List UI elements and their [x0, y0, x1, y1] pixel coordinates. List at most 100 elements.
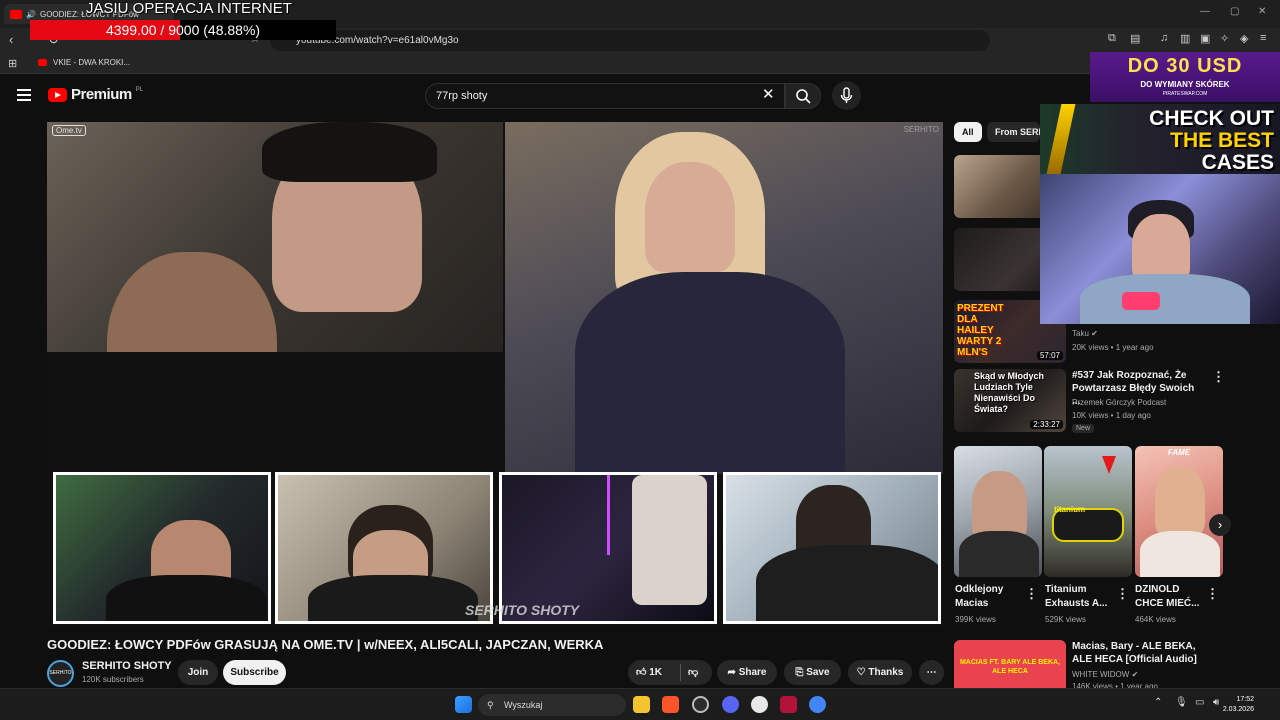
vpn-icon[interactable]: ◈ [1240, 32, 1248, 45]
reading-list-icon[interactable]: ▥ [1180, 32, 1190, 45]
more-vertical-icon[interactable]: ⋮ [1025, 586, 1038, 602]
ad-subline: DO WYMIANY SKÓREK [1140, 80, 1230, 89]
short-views: 464K views [1135, 615, 1176, 624]
recommended-title[interactable]: Macias, Bary - ALE BEKA, ALE HECA [Offic… [1072, 640, 1202, 666]
volume-icon[interactable]: 🔊︎ [1213, 697, 1219, 708]
bookmark-item[interactable]: VKIE - DWA KROKI... [38, 58, 130, 67]
neon-light [607, 475, 610, 555]
taskbar-search[interactable]: ⚲ Wyszukaj [478, 694, 626, 716]
wallet-icon[interactable]: ▣ [1200, 32, 1210, 45]
short-views: 529K views [1045, 615, 1086, 624]
short-thumbnail[interactable]: FAME [1135, 446, 1223, 577]
windows-taskbar: ⚲ Wyszukaj ⌃ 🎙︎ ▭ 🔊︎ 17:52 2.03.2026 [0, 688, 1280, 720]
music-icon[interactable]: ♫ [1160, 32, 1168, 44]
extensions-icon[interactable]: ⧉ [1108, 32, 1116, 45]
streamer-cam-4 [723, 472, 941, 624]
chrome-icon[interactable] [809, 696, 826, 713]
search-button[interactable] [785, 83, 821, 109]
omegle-cam-right: SERHITO [505, 122, 943, 474]
like-button[interactable]: 👍︎ 1K [636, 667, 662, 678]
microphone-icon [840, 87, 853, 103]
verified-check-icon: ✔ [1131, 670, 1139, 679]
tray-mic-icon[interactable]: 🎙︎ [1175, 697, 1188, 708]
recommended-channel[interactable]: Taku ✔ [1072, 329, 1098, 338]
dark-shirt [959, 531, 1039, 577]
recommended-thumbnail[interactable]: MACIAS FT. BARY ALE BEKA, ALE HECA [954, 640, 1066, 688]
microphone-icon [1122, 292, 1160, 310]
chevron-right-icon: › [1217, 517, 1223, 532]
app-icon[interactable] [751, 696, 768, 713]
dark-shirt [47, 352, 503, 474]
save-label: Save [806, 667, 830, 678]
address-bar[interactable]: youtube.com/watch?v=e61al0vMg3o [270, 30, 990, 51]
recommended-channel[interactable]: WHITE WIDOW ✔ [1072, 670, 1138, 679]
voice-search-button[interactable] [832, 81, 861, 110]
apps-grid-icon[interactable]: ⊞ [8, 57, 17, 70]
sidebar-icon[interactable]: ▤ [1130, 32, 1140, 45]
maximize-icon[interactable]: ▢ [1230, 6, 1239, 17]
youtube-logo[interactable]: Premium PL [48, 86, 143, 103]
goal-progress-text: 4399.00 / 9000 (48.88%) [105, 22, 261, 38]
dislike-button[interactable]: 👎︎ [688, 660, 698, 685]
hamburger-menu-icon[interactable] [17, 89, 31, 101]
more-actions-button[interactable]: ⋯ [919, 660, 944, 685]
recommended-channel[interactable]: Przemek Górczyk Podcast [1072, 398, 1166, 407]
chip-from-channel[interactable]: From SERHITO [987, 122, 1040, 142]
file-explorer-icon[interactable] [633, 696, 650, 713]
person-hair [262, 122, 437, 182]
channel-name[interactable]: SERHITO SHOTY [82, 660, 172, 672]
short-title[interactable]: Odklejony Macias [955, 583, 1027, 611]
goal-title: JASIU OPERACJA INTERNET [86, 0, 292, 17]
video-watermark: SERHITO [903, 125, 939, 134]
channel-label: WHITE WIDOW [1072, 670, 1130, 679]
tray-chevron-up-icon[interactable]: ⌃ [1154, 697, 1162, 708]
subscribe-button[interactable]: Subscribe [223, 660, 286, 685]
person-figure [1155, 466, 1205, 536]
thanks-label: Thanks [868, 667, 904, 678]
more-vertical-icon[interactable]: ⋮ [1206, 586, 1219, 602]
chip-all[interactable]: All [954, 122, 982, 142]
logo-country: PL [135, 86, 144, 93]
thanks-button[interactable]: ♡ Thanks [848, 660, 912, 685]
more-vertical-icon[interactable]: ⋮ [1212, 369, 1225, 385]
new-badge: New [1072, 424, 1095, 433]
vivaldi-icon[interactable] [780, 696, 797, 713]
video-player[interactable]: Ome.tv SERHITO SERHITO SHOTY [47, 122, 943, 626]
knife-graphic [1046, 104, 1076, 174]
clear-search-icon[interactable]: ✕ [762, 87, 775, 103]
menu-icon[interactable]: ≡ [1260, 32, 1266, 44]
recommended-meta: 10K views • 1 day ago [1072, 411, 1151, 420]
brave-browser-icon[interactable] [662, 696, 679, 713]
recommended-thumbnail[interactable]: Skąd w Młodych Ludziach Tyle Nienawiści … [954, 369, 1066, 432]
divider [680, 664, 681, 681]
cases-line-1: CHECK OUT [1149, 107, 1274, 130]
taskbar-search-placeholder: Wyszukaj [504, 700, 543, 710]
donation-goal-overlay: JASIU OPERACJA INTERNET 4399.00 / 9000 (… [0, 0, 336, 40]
save-button[interactable]: ⎘ Save [784, 660, 841, 685]
short-thumbnail[interactable] [954, 446, 1042, 577]
channel-label: Taku [1072, 329, 1089, 338]
leo-icon[interactable]: ✧ [1220, 32, 1229, 45]
search-input[interactable]: 77rp shoty [425, 83, 785, 109]
goal-progress-bar: 4399.00 / 9000 (48.88%) [30, 20, 336, 40]
minimize-icon[interactable]: — [1200, 6, 1210, 17]
obs-icon[interactable] [692, 696, 709, 713]
dark-shirt [106, 575, 266, 621]
join-button[interactable]: Join [178, 660, 218, 685]
thumbnail-text: Skąd w Młodych Ludziach Tyle Nienawiści … [974, 371, 1045, 414]
more-vertical-icon[interactable]: ⋮ [1116, 586, 1129, 602]
close-icon[interactable]: ✕ [1258, 6, 1266, 17]
short-title[interactable]: DZINOLD CHCE MIEĆ... [1135, 583, 1207, 611]
discord-icon[interactable] [722, 696, 739, 713]
dark-shirt [756, 545, 938, 621]
taskbar-clock[interactable]: 17:52 2.03.2026 [1223, 695, 1254, 715]
shorts-next-button[interactable]: › [1209, 514, 1231, 536]
share-button[interactable]: ➦ Share [717, 660, 777, 685]
short-title[interactable]: Titanium Exhausts A... [1045, 583, 1117, 611]
windows-start-icon[interactable] [455, 696, 472, 713]
network-icon[interactable]: ▭ [1195, 697, 1204, 708]
channel-avatar[interactable]: SERHITO [47, 660, 74, 687]
short-thumbnail[interactable]: titanium [1044, 446, 1132, 577]
pirateswap-ad-banner: DO 30 USD DO WYMIANY SKÓREK PIRATESWAP.C… [1090, 52, 1280, 102]
thumbs-up-icon: 👍︎ [636, 667, 647, 678]
